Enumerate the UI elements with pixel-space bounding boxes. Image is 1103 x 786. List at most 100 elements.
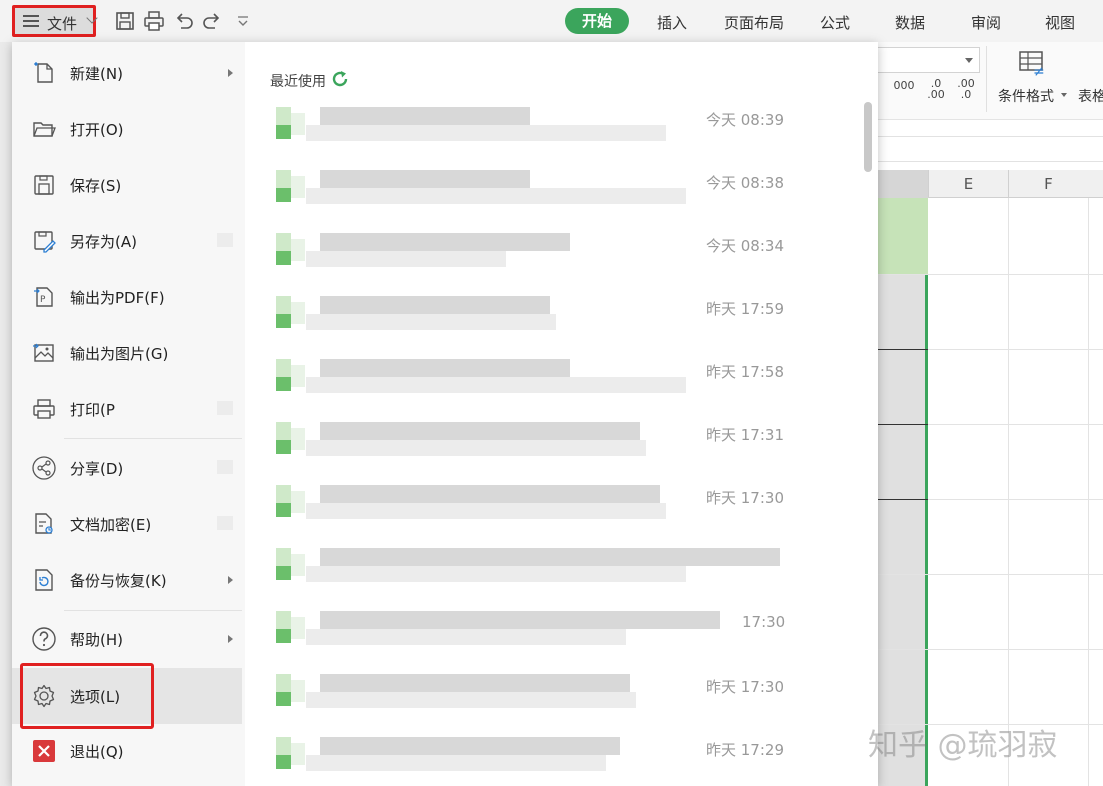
menu-item-open[interactable]: 打开(O) — [12, 103, 245, 155]
save-icon — [34, 175, 54, 195]
recent-file-row[interactable]: 17:30 — [276, 603, 836, 666]
menu-item-label: 保存(S) — [70, 177, 122, 195]
blurred-filename — [320, 170, 530, 188]
conditional-format-label[interactable]: 条件格式 — [998, 86, 1054, 106]
menu-item-help[interactable]: 帮助(H) — [12, 613, 245, 665]
recent-file-row[interactable]: 昨天 17:58 — [276, 351, 836, 414]
spreadsheet-file-icon — [276, 359, 306, 399]
recent-file-row[interactable]: 昨天 17:31 — [276, 414, 836, 477]
menu-item-exit[interactable]: 退出(Q) — [12, 725, 245, 777]
column-header-row: E F — [878, 170, 1103, 198]
recent-file-time: 昨天 17:58 — [706, 363, 784, 381]
conditional-format-icon[interactable]: ≠ — [1018, 50, 1048, 78]
column-header-e[interactable]: E — [928, 170, 1008, 198]
blurred-filename — [320, 233, 570, 251]
table-style-label[interactable]: 表格 — [1078, 86, 1103, 106]
menu-item-share[interactable]: 分享(D) — [12, 442, 245, 494]
grid-line — [878, 424, 928, 425]
refresh-icon[interactable] — [331, 70, 349, 88]
decrease-decimal-button[interactable]: .00 .0 — [954, 78, 978, 100]
recent-file-row[interactable]: 昨天 17:59 — [276, 288, 836, 351]
grid-line — [878, 274, 1103, 275]
grid-line — [878, 349, 928, 350]
dropdown-caret-icon — [1061, 93, 1067, 97]
print-icon — [33, 399, 55, 419]
blurred-filepath — [306, 503, 666, 519]
recent-file-time: 今天 08:38 — [706, 174, 784, 192]
recent-file-row[interactable]: 今天 08:38 — [276, 162, 836, 225]
file-menu-button[interactable]: 文件 — [12, 5, 96, 37]
spreadsheet[interactable]: E F — [878, 120, 1103, 786]
chevron-right-icon — [228, 576, 233, 584]
recent-file-row[interactable]: 今天 08:34 — [276, 225, 836, 288]
blurred-filename — [320, 296, 550, 314]
selected-column[interactable] — [878, 198, 928, 786]
customize-toolbar-icon[interactable] — [232, 10, 254, 32]
menu-item-label: 输出为图片(G) — [70, 345, 169, 363]
increase-decimal-button[interactable]: .0 .00 — [924, 78, 948, 100]
recent-file-row[interactable]: 昨天 17:30 — [276, 477, 836, 540]
tab-review[interactable]: 审阅 — [971, 12, 1001, 33]
recent-file-row[interactable] — [276, 540, 836, 603]
tab-data[interactable]: 数据 — [895, 12, 925, 33]
menu-item-save[interactable]: 保存(S) — [12, 159, 245, 211]
blurred-filename — [320, 737, 620, 755]
grid-line — [878, 499, 928, 500]
menu-item-label: 新建(N) — [70, 65, 123, 83]
blurred-filename — [320, 107, 530, 125]
menu-item-print[interactable]: 打印(P — [12, 383, 245, 435]
undo-icon[interactable] — [173, 10, 195, 32]
menu-item-save-as[interactable]: 另存为(A) — [12, 215, 245, 267]
tab-start[interactable]: 开始 — [565, 8, 629, 34]
recent-file-time: 今天 08:34 — [706, 237, 784, 255]
blurred-filepath — [306, 629, 626, 645]
spreadsheet-file-icon — [276, 170, 306, 210]
number-format-select[interactable] — [878, 47, 980, 73]
menu-item-backup-restore[interactable]: 备份与恢复(K) — [12, 554, 245, 606]
svg-text:≠: ≠ — [1033, 64, 1045, 78]
redo-icon[interactable] — [201, 10, 223, 32]
blurred-filename — [320, 422, 640, 440]
blurred-filepath — [306, 314, 556, 330]
menu-item-label: 帮助(H) — [70, 631, 123, 649]
chevron-right-icon — [228, 69, 233, 77]
recent-files-title: 最近使用 — [270, 74, 326, 90]
menu-item-export-image[interactable]: 输出为图片(G) — [12, 327, 245, 379]
menu-item-new[interactable]: 新建(N) — [12, 47, 245, 99]
save-icon[interactable] — [114, 10, 136, 32]
thousands-separator-button[interactable]: 000 — [892, 80, 916, 91]
recent-file-time: 昨天 17:29 — [706, 741, 784, 759]
column-header-f[interactable]: F — [1008, 170, 1088, 198]
formula-bar[interactable] — [878, 136, 1103, 162]
print-icon[interactable] — [143, 10, 165, 32]
recent-file-time: 今天 08:39 — [706, 111, 784, 129]
tab-view[interactable]: 视图 — [1045, 12, 1075, 33]
tab-insert[interactable]: 插入 — [657, 12, 687, 33]
column-header-d[interactable] — [878, 170, 928, 198]
recent-file-row[interactable]: 昨天 17:29 — [276, 729, 836, 786]
watermark: 知乎 @琉羽寂 — [868, 728, 1058, 763]
menu-divider — [64, 438, 242, 439]
menu-item-export-pdf[interactable]: P 输出为PDF(F) — [12, 271, 245, 323]
title-bar: 文件 开始 插入 页面布局 公式 数据 审阅 视图 — [0, 0, 1103, 42]
blurred-region — [217, 460, 233, 474]
recent-file-row[interactable]: 今天 08:39 — [276, 99, 836, 162]
menu-item-label: 备份与恢复(K) — [70, 572, 167, 590]
dropdown-caret-icon — [965, 58, 973, 63]
menu-item-label: 另存为(A) — [70, 233, 137, 251]
tab-page-layout[interactable]: 页面布局 — [724, 12, 784, 33]
blurred-filename — [320, 674, 630, 692]
active-cell[interactable] — [878, 198, 928, 274]
menu-item-encrypt[interactable]: 文档加密(E) — [12, 498, 245, 550]
folder-open-icon — [33, 122, 56, 137]
menu-item-label: 分享(D) — [70, 460, 124, 478]
menu-item-label: 打开(O) — [70, 121, 124, 139]
hamburger-icon — [23, 15, 39, 27]
exit-icon — [33, 740, 55, 762]
grid-line — [878, 649, 1103, 650]
recent-file-row[interactable]: 昨天 17:30 — [276, 666, 836, 729]
spreadsheet-file-icon — [276, 296, 306, 336]
recent-list-scrollbar[interactable] — [864, 102, 872, 172]
menu-divider — [64, 610, 242, 611]
tab-formulas[interactable]: 公式 — [820, 12, 850, 33]
